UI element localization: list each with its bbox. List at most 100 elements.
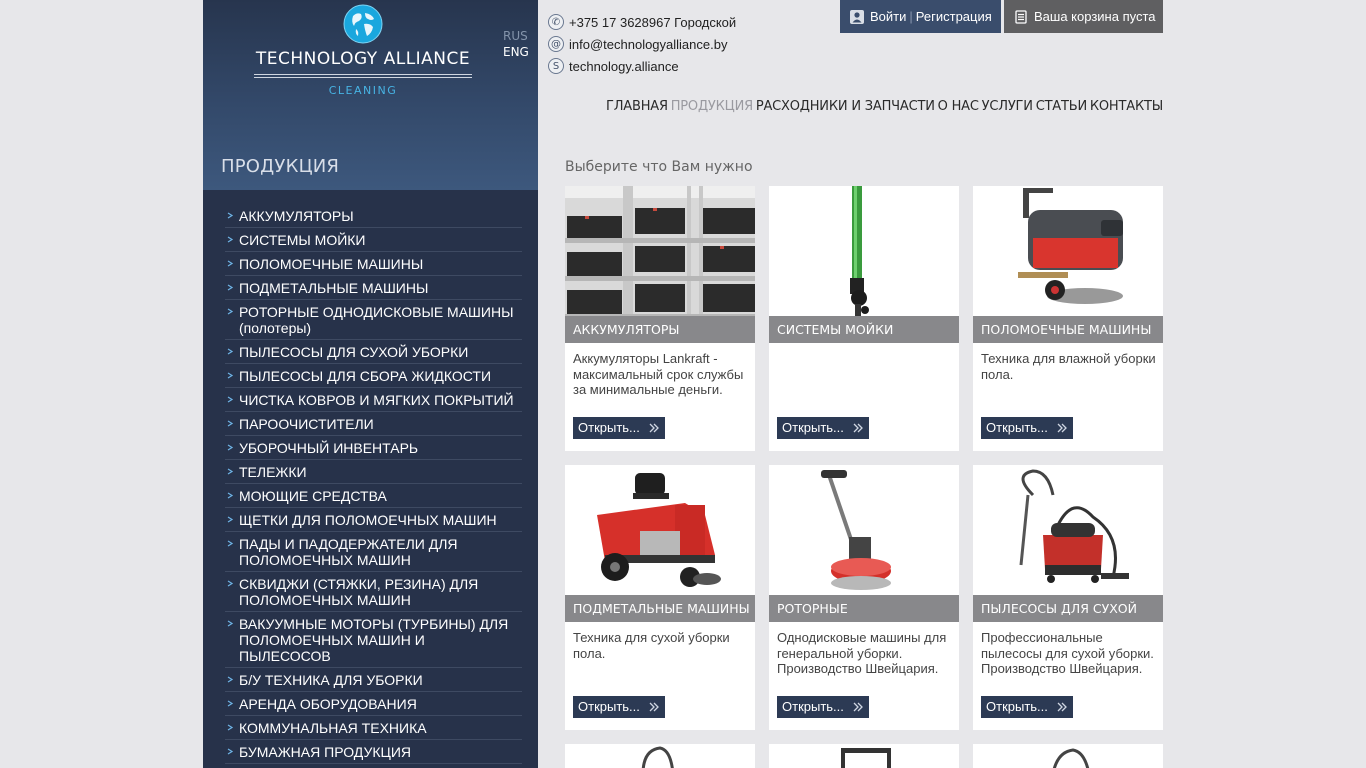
brand-header: TECHNOLOGY ALLIANCE CLEANING RUS ENG ПРО… xyxy=(203,0,538,190)
scrubber-machine-image[interactable] xyxy=(973,186,1163,316)
sidebar-item[interactable]: Б/У ТЕХНИКА ДЛЯ УБОРКИ xyxy=(225,668,522,692)
open-button[interactable]: Открыть... xyxy=(777,696,869,718)
language-switcher: RUS ENG xyxy=(503,28,529,60)
chevron-right-icon xyxy=(227,620,234,627)
double-chevron-right-icon xyxy=(1057,423,1067,433)
chevron-right-icon xyxy=(227,396,234,403)
chevron-right-icon xyxy=(227,444,234,451)
double-chevron-right-icon xyxy=(649,423,659,433)
chevron-right-icon xyxy=(227,676,234,683)
nav-item[interactable]: УСЛУГИ xyxy=(982,99,1033,114)
chevron-right-icon xyxy=(227,284,234,291)
sidebar-item-label: ЧИСТКА КОВРОВ И МЯГКИХ ПОКРЫТИЙ xyxy=(239,392,514,408)
open-button[interactable]: Открыть... xyxy=(573,696,665,718)
sidebar-item[interactable]: УБОРОЧНЫЙ ИНВЕНТАРЬ xyxy=(225,436,522,460)
lang-ru-link[interactable]: RUS xyxy=(503,28,529,44)
chevron-right-icon xyxy=(227,492,234,499)
sidebar-item[interactable]: ВАКУУМНЫЕ МОТОРЫ (ТУРБИНЫ) ДЛЯ ПОЛОМОЕЧН… xyxy=(225,612,522,668)
nav-item[interactable]: ПРОДУКЦИЯ xyxy=(671,99,753,114)
batteries-shelf-image[interactable] xyxy=(565,186,755,316)
sidebar-item[interactable]: АККУМУЛЯТОРЫ xyxy=(225,204,522,228)
product-card: ПОЛОМОЕЧНЫЕ МАШИНЫ Техника для влажной уб… xyxy=(973,186,1163,451)
sidebar-item-label: ПЫЛЕСОСЫ ДЛЯ СБОРА ЖИДКОСТИ xyxy=(239,368,492,384)
chevron-right-icon xyxy=(227,260,234,267)
sidebar-item[interactable]: БУМАЖНАЯ ПРОДУКЦИЯ xyxy=(225,740,522,764)
sidebar-title: ПРОДУКЦИЯ xyxy=(221,156,340,177)
sidebar-item[interactable]: РОТОРНЫЕ ОДНОДИСКОВЫЕ МАШИНЫ (полотеры) xyxy=(225,300,522,340)
product-description: Однодисковые машины для генеральной убор… xyxy=(777,630,947,676)
double-chevron-right-icon xyxy=(1057,702,1067,712)
nav-item[interactable]: РАСХОДНИКИ И ЗАПЧАСТИ xyxy=(756,99,935,114)
chevron-right-icon xyxy=(227,468,234,475)
logo-divider xyxy=(254,74,472,75)
rotary-machine-image[interactable] xyxy=(769,465,959,595)
sidebar-item[interactable]: АРЕНДА ОБОРУДОВАНИЯ xyxy=(225,692,522,716)
email-link[interactable]: info@technologyalliance.by xyxy=(569,37,727,52)
skype-link[interactable]: technology.alliance xyxy=(569,59,679,74)
chevron-right-icon xyxy=(227,308,234,315)
sweeper-machine-image[interactable] xyxy=(565,465,755,595)
lang-en-link[interactable]: ENG xyxy=(503,44,529,60)
product-caption[interactable]: ПОДМЕТАЛЬНЫЕ МАШИНЫ xyxy=(565,595,755,622)
product-card-partial[interactable] xyxy=(769,744,959,768)
register-link[interactable]: Регистрация xyxy=(916,9,992,24)
open-button[interactable]: Открыть... xyxy=(981,696,1073,718)
site-logo[interactable]: TECHNOLOGY ALLIANCE CLEANING xyxy=(253,4,473,97)
open-button[interactable]: Открыть... xyxy=(777,417,869,439)
sidebar-item[interactable]: СКВИДЖИ (СТЯЖКИ, РЕЗИНА) ДЛЯ ПОЛОМОЕЧНЫХ… xyxy=(225,572,522,612)
chevron-right-icon xyxy=(227,580,234,587)
product-caption[interactable]: АККУМУЛЯТОРЫ xyxy=(565,316,755,343)
double-chevron-right-icon xyxy=(649,702,659,712)
chevron-right-icon xyxy=(227,236,234,243)
sidebar-item-label: АРЕНДА ОБОРУДОВАНИЯ xyxy=(239,696,417,712)
product-caption[interactable]: РОТОРНЫЕ xyxy=(769,595,959,622)
nav-item[interactable]: СТАТЬИ xyxy=(1036,99,1087,114)
open-button-label: Открыть... xyxy=(578,420,640,435)
contact-email: @ info@technologyalliance.by xyxy=(548,33,736,55)
open-button[interactable]: Открыть... xyxy=(573,417,665,439)
open-button-label: Открыть... xyxy=(782,420,844,435)
sidebar-item[interactable]: МОЮЩИЕ СРЕДСТВА xyxy=(225,484,522,508)
washing-system-image[interactable] xyxy=(769,186,959,316)
chevron-right-icon xyxy=(227,540,234,547)
sidebar-item[interactable]: ЧИСТКА КОВРОВ И МЯГКИХ ПОКРЫТИЙ xyxy=(225,388,522,412)
sidebar-item-label: ТЕЛЕЖКИ xyxy=(239,464,307,480)
chevron-right-icon xyxy=(227,372,234,379)
product-card-partial[interactable] xyxy=(565,744,755,768)
cart-button[interactable]: Ваша корзина пуста xyxy=(1004,0,1163,33)
product-description: Профессиональные пылесосы для сухой убор… xyxy=(981,630,1154,676)
sidebar-item[interactable]: ПЫЛЕСОСЫ ДЛЯ СБОРА ЖИДКОСТИ xyxy=(225,364,522,388)
product-card-partial[interactable] xyxy=(973,744,1163,768)
product-caption[interactable]: ПОЛОМОЕЧНЫЕ МАШИНЫ xyxy=(973,316,1163,343)
sidebar-item[interactable]: ПОЛОМОЕЧНЫЕ МАШИНЫ xyxy=(225,252,522,276)
nav-item[interactable]: КОНТАКТЫ xyxy=(1090,99,1163,114)
login-link[interactable]: Войти xyxy=(870,9,906,24)
open-button-label: Открыть... xyxy=(986,699,1048,714)
sidebar-item[interactable]: ПОДМЕТАЛЬНЫЕ МАШИНЫ xyxy=(225,276,522,300)
product-card: ПОДМЕТАЛЬНЫЕ МАШИНЫ Техника для сухой убо… xyxy=(565,465,755,730)
product-caption[interactable]: СИСТЕМЫ МОЙКИ xyxy=(769,316,959,343)
sidebar-item[interactable]: ПЫЛЕСОСЫ ДЛЯ СУХОЙ УБОРКИ xyxy=(225,340,522,364)
globe-icon xyxy=(343,4,383,44)
chevron-right-icon xyxy=(227,516,234,523)
chevron-right-icon xyxy=(227,748,234,755)
phone-text[interactable]: +375 17 3628967 Городской xyxy=(569,15,736,30)
sidebar-item[interactable]: ПАДЫ И ПАДОДЕРЖАТЕЛИ ДЛЯ ПОЛОМОЕЧНЫХ МАШ… xyxy=(225,532,522,572)
open-button[interactable]: Открыть... xyxy=(981,417,1073,439)
dry-vacuum-image[interactable] xyxy=(973,465,1163,595)
nav-item[interactable]: ГЛАВНАЯ xyxy=(606,99,668,114)
sidebar-item[interactable]: ТЕЛЕЖКИ xyxy=(225,460,522,484)
sidebar-item[interactable]: ПАРООЧИСТИТЕЛИ xyxy=(225,412,522,436)
chevron-right-icon xyxy=(227,420,234,427)
open-button-label: Открыть... xyxy=(782,699,844,714)
sidebar-item[interactable]: СИСТЕМЫ МОЙКИ xyxy=(225,228,522,252)
login-register-bar: Войти | Регистрация xyxy=(840,0,1001,33)
chevron-right-icon xyxy=(227,700,234,707)
open-button-label: Открыть... xyxy=(986,420,1048,435)
sidebar-item[interactable]: КОММУНАЛЬНАЯ ТЕХНИКА xyxy=(225,716,522,740)
sidebar-item[interactable]: ЩЕТКИ ДЛЯ ПОЛОМОЕЧНЫХ МАШИН xyxy=(225,508,522,532)
product-card: АККУМУЛЯТОРЫ Аккумуляторы Lankraft - макс… xyxy=(565,186,755,451)
skype-icon: S xyxy=(548,58,564,74)
nav-item[interactable]: О НАС xyxy=(938,99,979,114)
product-caption[interactable]: ПЫЛЕСОСЫ ДЛЯ СУХОЙ xyxy=(973,595,1163,622)
